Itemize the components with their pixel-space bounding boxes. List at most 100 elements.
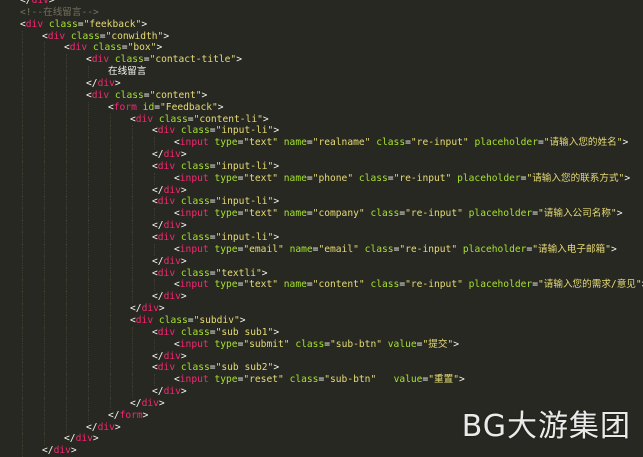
code-attr-name: class (180, 326, 210, 338)
code-attr-value: "company" (312, 208, 365, 220)
indent-guide (110, 303, 111, 315)
code-tag: div (163, 220, 181, 232)
indent-guide (22, 184, 23, 197)
code-editor[interactable]: </div> <!--在线留言--> <div class="feekback"> <… (0, 0, 643, 457)
indent-guide (88, 208, 89, 221)
indent-guide (110, 125, 111, 138)
indent-guide (66, 386, 67, 398)
code-line: <input type="text" name="company" class=… (174, 208, 623, 220)
indent-guide (132, 149, 133, 161)
indent-guide (44, 409, 45, 422)
indent-guide (132, 160, 133, 173)
code-attr-name: class (158, 113, 188, 125)
code-attr-value: "submit" (243, 338, 290, 350)
code-tag: input (179, 279, 209, 291)
indent-guide (132, 243, 133, 256)
code-attr-name: type (214, 374, 238, 386)
code-tag: div (163, 386, 181, 398)
code-line: </div> (152, 386, 187, 398)
code-tag: form (113, 101, 137, 113)
code-attr-name: placeholder (462, 243, 527, 255)
code-line: </div> (130, 303, 165, 315)
code-attr-name: class (92, 42, 122, 54)
code-attr-name: name (283, 137, 307, 149)
indent-guide (88, 66, 89, 78)
indent-guide (44, 386, 45, 398)
code-tag: div (163, 350, 181, 362)
indent-guide (44, 374, 45, 387)
code-attr-name: class (370, 279, 400, 291)
code-attr-value: "re-input" (393, 172, 452, 184)
indent-guide (22, 137, 23, 150)
code-attr-value: "re-input" (399, 243, 458, 255)
indent-guide (110, 160, 111, 173)
code-line: </div> (86, 421, 121, 433)
indent-guide (44, 291, 45, 304)
code-attr-value: "input-li" (215, 232, 274, 243)
code-attr-value: "re-input" (405, 208, 463, 220)
indent-guide (154, 172, 155, 185)
code-line: <input type="email" name="email" class="… (174, 243, 617, 255)
code-attr-name: class (370, 208, 400, 220)
indent-guide (132, 137, 133, 150)
code-line: 在线留言 (108, 66, 146, 78)
indent-guide (44, 433, 45, 446)
indent-guide (66, 77, 67, 90)
code-attr-value: "请输入您的联系方式" (526, 172, 625, 184)
code-line: </div> (152, 291, 187, 303)
indent-guide (44, 303, 45, 315)
code-attr-name: class (70, 30, 100, 42)
indent-guide (44, 137, 45, 150)
code-tag: div (97, 421, 115, 433)
indent-guide (88, 374, 89, 387)
indent-guide (110, 172, 111, 185)
code-attr-value: "phone" (312, 172, 354, 184)
indent-guide (22, 196, 23, 209)
indent-guide (44, 397, 45, 410)
code-tag: div (91, 89, 110, 101)
code-attr-value: "text" (243, 208, 278, 220)
code-attr-name: class (295, 338, 325, 350)
code-attr-name: type (214, 338, 238, 350)
indent-guide (22, 267, 23, 280)
code-tag: input (179, 137, 209, 149)
indent-guide (88, 291, 89, 304)
code-tag: div (97, 77, 115, 89)
indent-guide (22, 326, 23, 339)
code-attr-name: id (142, 101, 155, 113)
indent-guide (88, 409, 89, 422)
indent-guide (110, 220, 111, 232)
code-attr-value: "conwidth" (105, 30, 164, 42)
code-attr-name: placeholder (468, 279, 533, 291)
indent-guide (88, 326, 89, 339)
code-tag: div (157, 196, 176, 208)
indent-guide (44, 326, 45, 339)
code-attr-name: placeholder (457, 172, 521, 184)
indent-guide (22, 350, 23, 363)
indent-guide (88, 350, 89, 363)
indent-guide (66, 421, 67, 434)
indent-guide (132, 338, 133, 351)
code-line: <div class="input-li"> (152, 125, 280, 137)
indent-guide (132, 232, 133, 244)
indent-guide (88, 303, 89, 315)
indent-guide (88, 279, 89, 292)
code-attr-value: "content-li" (193, 113, 263, 125)
indent-guide (44, 184, 45, 197)
code-line: <input type="text" name="phone" class="r… (174, 172, 631, 184)
indent-guide (66, 149, 67, 161)
code-tag: div (157, 267, 176, 279)
code-tag: input (179, 172, 209, 184)
indent-guide (110, 362, 111, 375)
indent-guide (22, 445, 23, 457)
indent-guide (44, 232, 45, 244)
code-line: <div class="input-li"> (152, 196, 280, 208)
indent-guide (110, 397, 111, 410)
code-attr-name: class (376, 137, 406, 149)
indent-guide (110, 291, 111, 304)
indent-guide (154, 137, 155, 150)
indent-guide (88, 314, 89, 327)
code-attr-name: class (364, 243, 394, 255)
code-line: <div class="input-li"> (152, 232, 280, 243)
code-tag: input (179, 338, 209, 350)
